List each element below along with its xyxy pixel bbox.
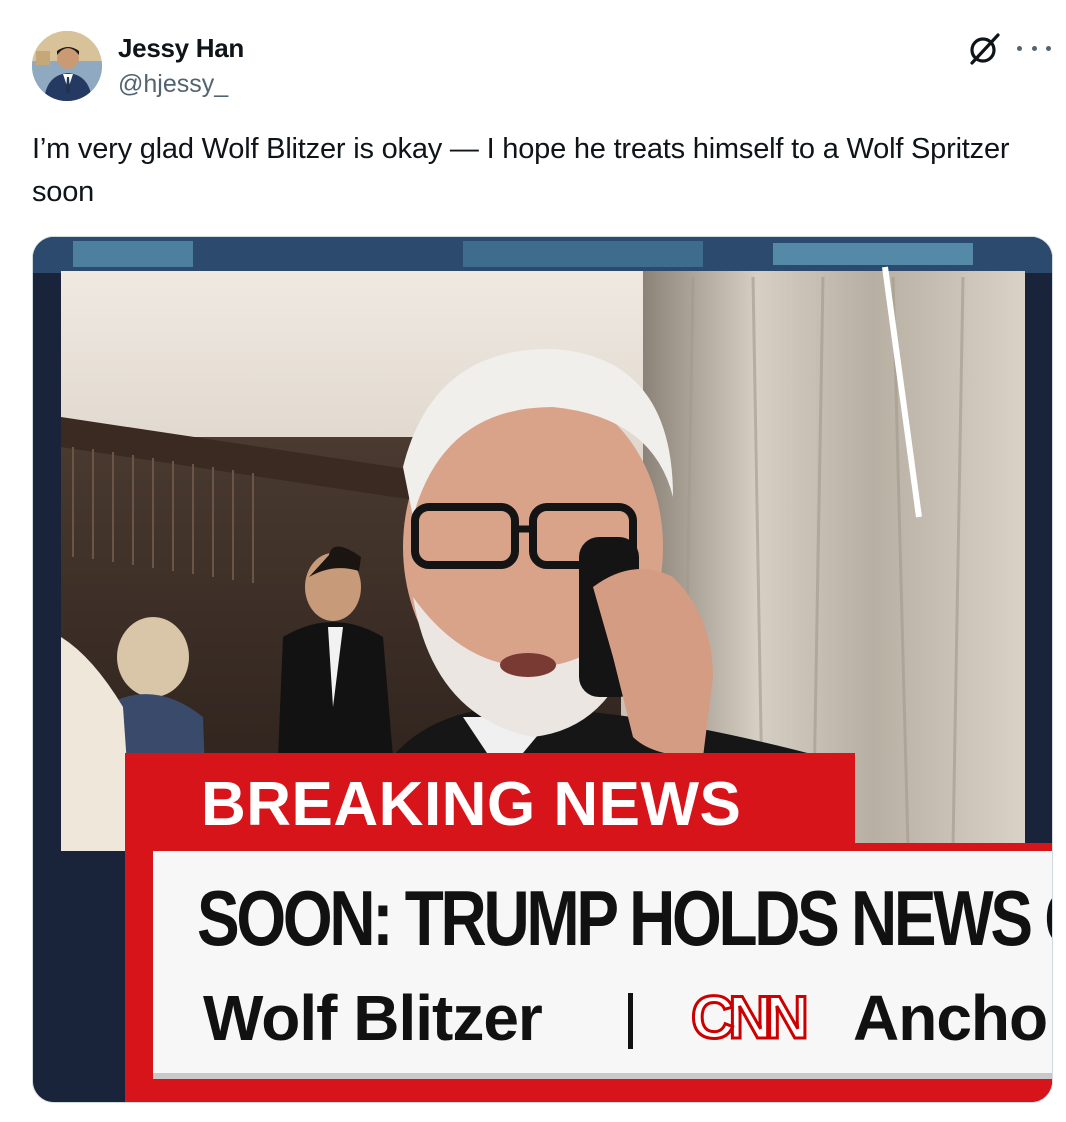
tweet-media-photo[interactable]: BREAKING NEWS SOON: TRUMP HOLDS NEWS C W… — [32, 236, 1053, 1103]
avatar-photo — [32, 31, 102, 101]
tweet-text: I’m very glad Wolf Blitzer is okay — I h… — [32, 133, 1010, 208]
cnn-logo: CNN — [690, 983, 811, 1053]
chyron-divider — [628, 993, 633, 1049]
author-avatar[interactable] — [32, 31, 102, 101]
breaking-news-label: BREAKING NEWS — [201, 770, 742, 839]
anchor-name: Wolf Blitzer — [203, 982, 543, 1054]
chyron-headline: SOON: TRUMP HOLDS NEWS C — [197, 874, 1053, 962]
grok-icon[interactable] — [965, 30, 1003, 68]
news-broadcast-photo — [33, 237, 1052, 1102]
more-options-icon[interactable] — [1017, 34, 1051, 62]
anchor-role: Ancho — [853, 982, 1048, 1054]
author-display-name[interactable]: Jessy Han — [118, 33, 244, 64]
author-handle[interactable]: @hjessy_ — [118, 70, 228, 99]
